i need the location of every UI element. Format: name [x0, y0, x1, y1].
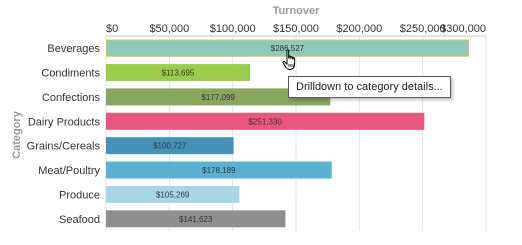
- hand-pointer-icon: [282, 49, 296, 70]
- category-label[interactable]: Meat/Poultry: [38, 165, 100, 177]
- value-label: $100,727: [153, 142, 187, 151]
- x-tick-label: $100,000: [210, 23, 256, 35]
- x-tick-label: $150,000: [273, 23, 319, 35]
- value-label: $251,330: [248, 117, 282, 126]
- category-label[interactable]: Condiments: [41, 68, 100, 80]
- value-label: $113,695: [162, 69, 195, 78]
- value-label: $141,623: [179, 215, 213, 224]
- category-label[interactable]: Grains/Cereals: [27, 141, 101, 153]
- category-axis: Beverages Condiments Confections Dairy Prod…: [27, 43, 101, 226]
- x-tick-label: $300,000: [440, 23, 486, 35]
- x-axis-title: Turnover: [273, 5, 321, 17]
- value-label: $177,099: [201, 93, 235, 102]
- category-label[interactable]: Beverages: [47, 43, 100, 55]
- drilldown-tooltip: Drilldown to category details...: [288, 76, 451, 98]
- y-axis-title: Category: [11, 110, 23, 159]
- category-label[interactable]: Confections: [42, 92, 101, 104]
- x-tick-label: $250,000: [400, 23, 446, 35]
- x-tick-label: $50,000: [149, 23, 189, 35]
- turnover-bar-chart: $0 $50,000 $100,000 $150,000 $200,000 $250,00…: [11, 5, 487, 231]
- value-label: $105,269: [156, 190, 190, 199]
- x-axis-ticks: $0 $50,000 $100,000 $150,000 $200,000 $250,00…: [106, 23, 486, 35]
- category-label[interactable]: Dairy Products: [28, 116, 101, 128]
- category-label[interactable]: Produce: [59, 189, 100, 201]
- category-label[interactable]: Seafood: [59, 214, 100, 226]
- value-label: $178,189: [202, 166, 236, 175]
- x-tick-label: $200,000: [336, 23, 382, 35]
- x-tick-label: $0: [106, 23, 118, 35]
